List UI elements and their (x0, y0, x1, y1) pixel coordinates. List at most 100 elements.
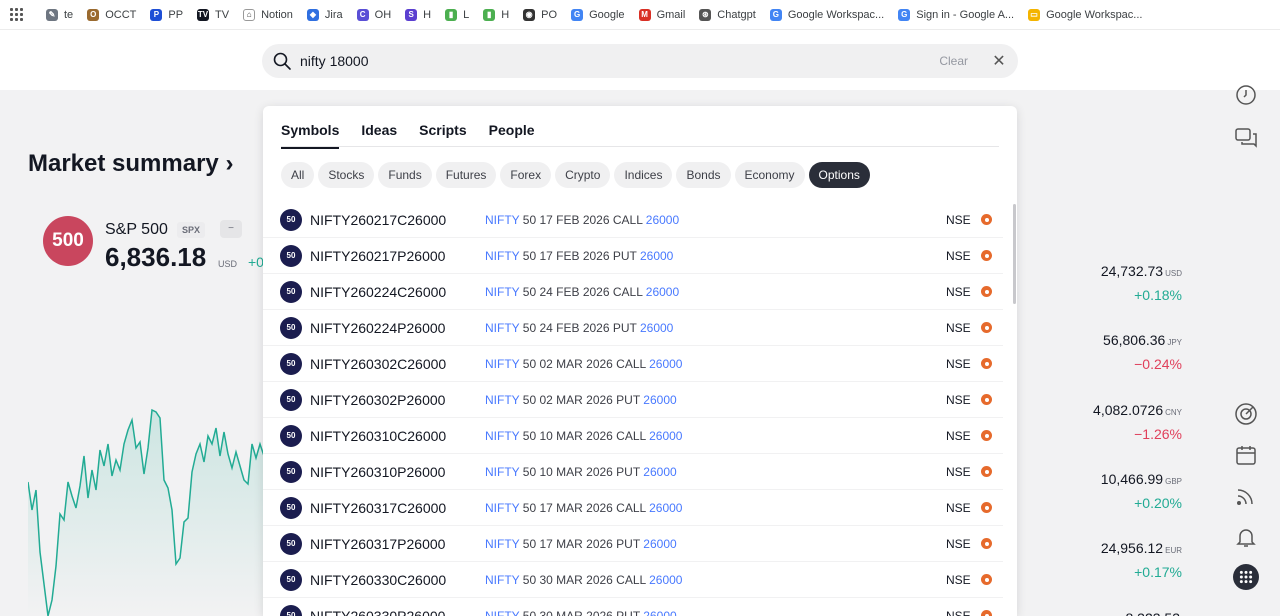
filter-chip-indices[interactable]: Indices (614, 162, 673, 188)
tab-people[interactable]: People (489, 122, 535, 149)
clock-icon[interactable] (1233, 82, 1259, 108)
nifty-logo-icon: 50 (280, 424, 302, 447)
clear-button[interactable]: Clear (939, 54, 968, 68)
filter-chip-futures[interactable]: Futures (435, 162, 497, 188)
quote-currency: USD (1165, 269, 1182, 278)
filter-chip-economy[interactable]: Economy (734, 162, 805, 188)
tab-symbols[interactable]: Symbols (281, 122, 340, 149)
desc-highlight: NIFTY (485, 572, 520, 587)
bookmark-favicon-icon: C (356, 8, 369, 21)
bookmark-item[interactable]: ⊛ Chatgpt (699, 8, 756, 21)
quote-currency: CNY (1165, 408, 1182, 417)
quote-price: 56,806.36 JPY (1103, 332, 1182, 348)
filter-chip-all[interactable]: All (281, 162, 315, 188)
result-row[interactable]: 50 NIFTY260302C26000 NIFTY 50 02 MAR 2026 … (263, 346, 1003, 382)
result-row[interactable]: 50 NIFTY260302P26000 NIFTY 50 02 MAR 2026 … (263, 382, 1003, 418)
bookmark-item[interactable]: ◆ Jira (306, 8, 343, 21)
bookmark-item[interactable]: P PP (150, 8, 184, 21)
result-row[interactable]: 50 NIFTY260310P26000 NIFTY 50 10 MAR 2026 … (263, 454, 1003, 490)
bookmark-label: te (64, 8, 74, 21)
result-row[interactable]: 50 NIFTY260310C26000 NIFTY 50 10 MAR 2026 … (263, 418, 1003, 454)
nifty-logo-icon: 50 (280, 460, 302, 483)
market-quote[interactable]: 10,466.99 GBP +0.20% (1101, 471, 1182, 511)
market-quote[interactable]: 56,806.36 JPY −0.24% (1103, 332, 1182, 372)
bookmark-item[interactable]: O OCCT (87, 8, 136, 21)
filter-chip-bonds[interactable]: Bonds (676, 162, 731, 188)
chat-icon[interactable] (1233, 124, 1259, 150)
bookmark-item[interactable]: ▮ L (445, 8, 470, 21)
market-quote[interactable]: 4,082.0726 CNY −1.26% (1093, 402, 1182, 442)
result-row[interactable]: 50 NIFTY260330C26000 NIFTY 50 30 MAR 2026 … (263, 562, 1003, 598)
bookmark-favicon-icon: O (87, 8, 100, 21)
market-summary-title[interactable]: Market summary › (28, 150, 233, 178)
bell-icon[interactable] (1233, 524, 1259, 550)
desc-highlight-strike: 26000 (649, 572, 683, 587)
tab-ideas[interactable]: Ideas (361, 122, 397, 149)
quote-price-value: 4,082.0726 (1093, 402, 1164, 418)
bookmark-item[interactable]: C OH (356, 8, 392, 21)
desc-text: 50 30 MAR 2026 CALL (519, 572, 650, 587)
filter-chip-crypto[interactable]: Crypto (555, 162, 611, 188)
filter-chip-funds[interactable]: Funds (378, 162, 432, 188)
bookmark-item[interactable]: G Google Workspac... (769, 8, 885, 21)
nifty-logo-icon: 50 (280, 244, 302, 267)
chart-area (28, 410, 264, 616)
spx-price-chart (28, 408, 264, 616)
bookmark-item[interactable]: G Sign in - Google A... (898, 8, 1014, 21)
apps-menu-icon[interactable] (1233, 564, 1259, 590)
tab-scripts[interactable]: Scripts (419, 122, 466, 149)
bookmark-item[interactable]: ▭ Google Workspac... (1028, 8, 1142, 21)
market-quote[interactable]: 8,323.53 (1126, 610, 1183, 616)
top-header: Clear ✕ (0, 30, 1280, 90)
filter-chip-forex[interactable]: Forex (500, 162, 552, 188)
bookmark-favicon-icon: ▭ (1028, 8, 1041, 21)
desc-highlight: NIFTY (485, 392, 520, 407)
result-exchange: NSE (946, 428, 971, 443)
results-scrollbar[interactable] (1013, 204, 1016, 304)
bookmark-item[interactable]: G Google (571, 8, 625, 21)
bookmark-item[interactable]: M Gmail (638, 8, 685, 21)
filter-chip-stocks[interactable]: Stocks (318, 162, 375, 188)
bookmark-item[interactable]: TV TV (197, 8, 229, 21)
india-flag-icon (981, 430, 992, 441)
bookmark-label: OH (374, 8, 392, 21)
bookmark-label: PP (168, 8, 184, 21)
result-row[interactable]: 50 NIFTY260217C26000 NIFTY 50 17 FEB 2026 … (263, 202, 1003, 238)
bookmark-item[interactable]: ▮ H (483, 8, 509, 21)
market-quote[interactable]: 24,956.12 EUR +0.17% (1101, 540, 1182, 580)
result-row[interactable]: 50 NIFTY260317P26000 NIFTY 50 17 MAR 2026 … (263, 526, 1003, 562)
result-symbol: NIFTY260302P26000 (310, 391, 446, 408)
desc-highlight-strike: 26000 (639, 248, 674, 263)
result-row[interactable]: 50 NIFTY260217P26000 NIFTY 50 17 FEB 2026 … (263, 238, 1003, 274)
close-icon[interactable]: ✕ (992, 51, 1006, 71)
nifty-logo-icon: 50 (280, 352, 302, 375)
bookmark-item[interactable]: ◉ PO (523, 8, 557, 21)
result-description: NIFTY 50 02 MAR 2026 CALL 26000 (485, 357, 682, 371)
search-input[interactable] (300, 53, 940, 69)
desc-highlight: NIFTY (485, 284, 520, 299)
calendar-icon[interactable] (1233, 442, 1259, 468)
spx-name[interactable]: S&P 500 (105, 221, 168, 239)
result-exchange: NSE (946, 212, 971, 227)
desc-text: 50 10 MAR 2026 CALL (519, 428, 650, 443)
result-symbol: NIFTY260317P26000 (310, 535, 446, 552)
target-icon[interactable] (1233, 401, 1259, 427)
bookmark-item[interactable]: ⌂ Notion (243, 8, 293, 21)
quote-change: −1.26% (1134, 426, 1182, 442)
bookmark-label: L (463, 8, 470, 21)
market-quote[interactable]: 24,732.73 USD +0.18% (1101, 263, 1182, 303)
bookmark-item[interactable]: ✎ te (46, 8, 74, 21)
result-row[interactable]: 50 NIFTY260317C26000 NIFTY 50 17 MAR 2026 … (263, 490, 1003, 526)
feed-icon[interactable] (1233, 483, 1259, 509)
result-row[interactable]: 50 NIFTY260330P26000 NIFTY 50 30 MAR 2026 … (263, 598, 1003, 616)
apps-grid-icon[interactable] (10, 7, 24, 22)
result-row[interactable]: 50 NIFTY260224P26000 NIFTY 50 24 FEB 2026 … (263, 310, 1003, 346)
bookmark-item[interactable]: SH (405, 8, 431, 21)
bookmark-label: Google Workspac... (787, 8, 885, 21)
result-description: NIFTY 50 10 MAR 2026 CALL 26000 (485, 429, 682, 443)
search-bar[interactable]: Clear ✕ (262, 44, 1018, 78)
result-row[interactable]: 50 NIFTY260224C26000 NIFTY 50 24 FEB 2026 … (263, 274, 1003, 310)
nifty-logo-icon: 50 (280, 388, 302, 411)
filter-chip-options[interactable]: Options (808, 162, 870, 188)
desc-text: 50 30 MAR 2026 PUT (519, 608, 644, 616)
